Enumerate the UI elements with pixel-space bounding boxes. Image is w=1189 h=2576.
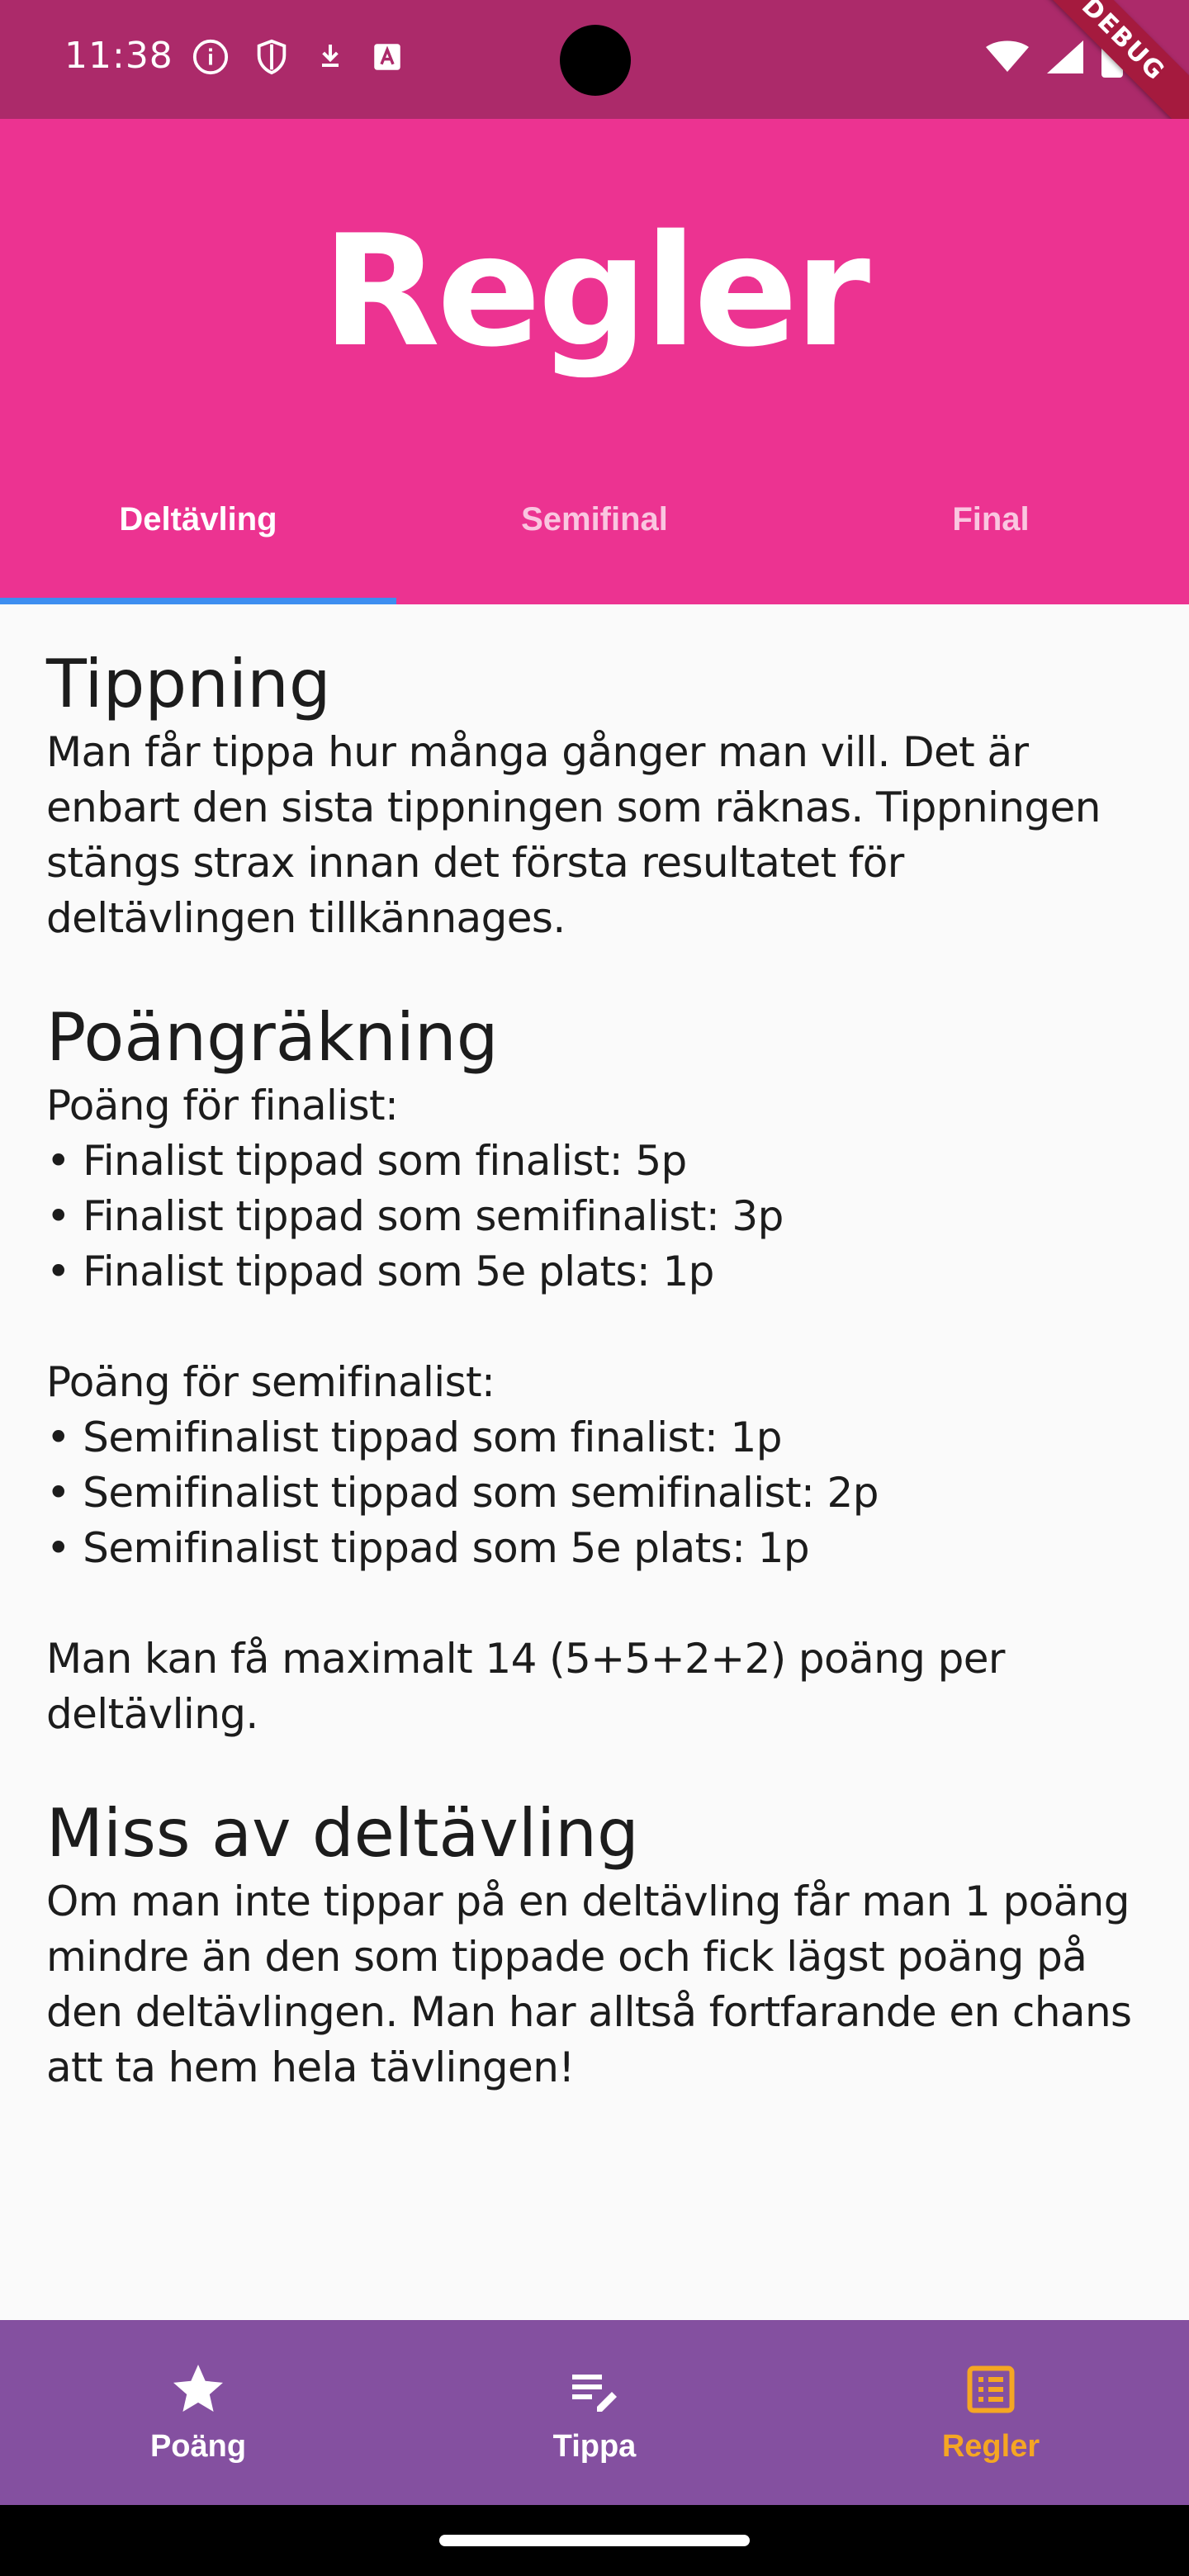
star-icon (173, 2365, 223, 2412)
home-gesture-handle[interactable] (439, 2535, 750, 2546)
tab-bar: Deltävling Semifinal Final (0, 482, 1189, 604)
section-body-poangrakning: Poäng för finalist: • Finalist tippad so… (46, 1082, 1005, 1738)
signal-icon (1047, 40, 1083, 73)
page-title: Regler (321, 201, 870, 381)
edit-list-icon (572, 2375, 617, 2412)
tab-semifinal[interactable]: Semifinal (396, 482, 793, 604)
nav-label-regler: Regler (941, 2429, 1040, 2464)
download-icon (322, 45, 339, 67)
status-bar: 11:38 DEBUG (0, 0, 1189, 143)
section-body-miss: Om man inte tippar på en deltävling får … (46, 1878, 1132, 2091)
system-navigation-bar (0, 2505, 1189, 2576)
nav-item-poang[interactable]: Poäng (0, 2320, 396, 2505)
app-header: Regler Deltävling Semifinal Final (0, 119, 1189, 604)
section-body-tippning: Man får tippa hur många gånger man vill.… (46, 728, 1101, 942)
list-alt-icon (967, 2365, 1015, 2413)
info-icon (192, 39, 229, 75)
nav-item-tippa[interactable]: Tippa (396, 2320, 793, 2505)
app-a-icon (374, 44, 400, 70)
wifi-icon (986, 40, 1029, 72)
section-title-tippning: Tippning (46, 646, 331, 722)
status-time: 11:38 (64, 35, 173, 77)
camera-cutout (560, 25, 631, 96)
section-title-miss: Miss av deltävling (46, 1795, 639, 1872)
nav-item-regler[interactable]: Regler (793, 2320, 1189, 2505)
status-notification-icons (192, 38, 405, 76)
nav-label-poang: Poäng (149, 2429, 247, 2464)
shield-icon (257, 39, 287, 75)
bottom-navigation: Poäng Tippa Regler (0, 2320, 1189, 2505)
rules-content: Tippning Man får tippa hur många gånger … (46, 644, 1144, 2147)
section-title-poangrakning: Poängräkning (46, 999, 499, 1076)
nav-label-tippa: Tippa (552, 2429, 637, 2464)
tab-deltavling[interactable]: Deltävling (0, 482, 396, 604)
tab-final[interactable]: Final (793, 482, 1189, 604)
tab-indicator (0, 598, 396, 604)
